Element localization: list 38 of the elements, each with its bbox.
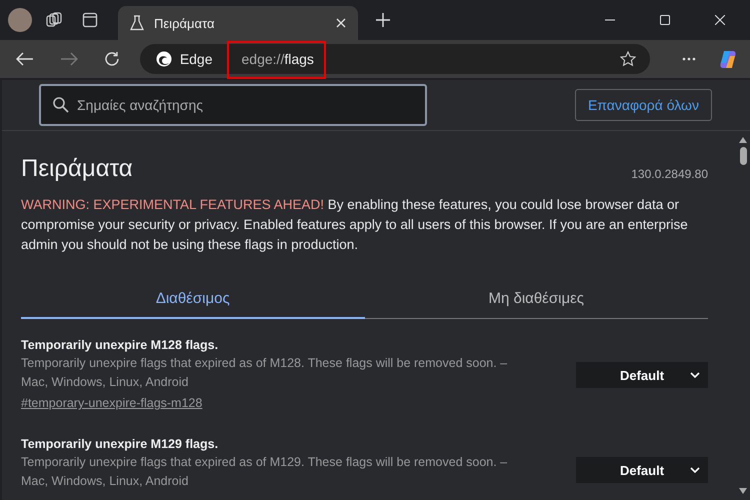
warning-paragraph: WARNING: EXPERIMENTAL FEATURES AHEAD! By enabling these features, you could lose browser data or compromise your security or privacy. Enabled features apply to all users of this browser. If you are an enterprise admin you should not be using these flags in production. [21, 196, 689, 254]
scroll-up-icon[interactable] [739, 137, 747, 143]
flag-description: Temporarily unexpire flags that expired as of M128. These flags will be removed soon. – Mac, Windows, Linux, Android [21, 355, 508, 391]
forward-icon[interactable] [60, 52, 78, 66]
back-icon[interactable] [16, 52, 34, 66]
browser-tab[interactable]: Πειράματα [118, 6, 358, 40]
reset-all-button[interactable]: Επαναφορά όλων [574, 89, 712, 121]
flag-dropdown[interactable]: Default [576, 362, 708, 388]
flag-title: Temporarily unexpire M128 flags. [21, 338, 220, 352]
flag-description: Temporarily unexpire flags that expired as of M129. These flags will be removed soon. – Mac, Windows, Linux, Android [21, 454, 508, 490]
tab-actions-icon[interactable] [82, 12, 98, 28]
flag-dropdown[interactable]: Default [576, 457, 708, 483]
chevron-down-icon [690, 372, 700, 378]
flask-icon [130, 15, 144, 31]
favorite-star-icon[interactable] [620, 51, 636, 67]
maximize-icon[interactable] [660, 15, 670, 25]
flags-tab[interactable]: Διαθέσιμος [21, 279, 364, 319]
version-number: 130.0.2849.80 [631, 167, 708, 181]
flags-tab[interactable]: Μη διαθέσιμες [364, 279, 708, 319]
more-options-icon[interactable] [682, 57, 696, 61]
scrollbar-thumb[interactable] [740, 147, 746, 165]
close-window-icon[interactable] [715, 15, 725, 25]
site-label: Edge [180, 51, 213, 67]
chevron-down-icon [690, 467, 700, 473]
page-title: Πειράματα [21, 155, 133, 183]
scroll-down-icon[interactable] [739, 488, 747, 494]
new-tab-icon[interactable] [376, 13, 390, 27]
search-icon [53, 97, 69, 113]
workspaces-icon[interactable] [46, 12, 62, 28]
copilot-icon[interactable] [718, 49, 738, 69]
edge-logo-icon [156, 51, 172, 67]
search-field[interactable]: Σημαίες αναζήτησης [39, 84, 427, 126]
url-text[interactable]: edge://flags [242, 51, 314, 67]
close-tab-icon[interactable] [336, 18, 346, 28]
refresh-icon[interactable] [104, 51, 120, 67]
flag-link[interactable]: #temporary-unexpire-flags-m128 [21, 396, 202, 410]
profile-avatar[interactable] [8, 8, 32, 32]
flag-title: Temporarily unexpire M129 flags. [21, 437, 220, 451]
